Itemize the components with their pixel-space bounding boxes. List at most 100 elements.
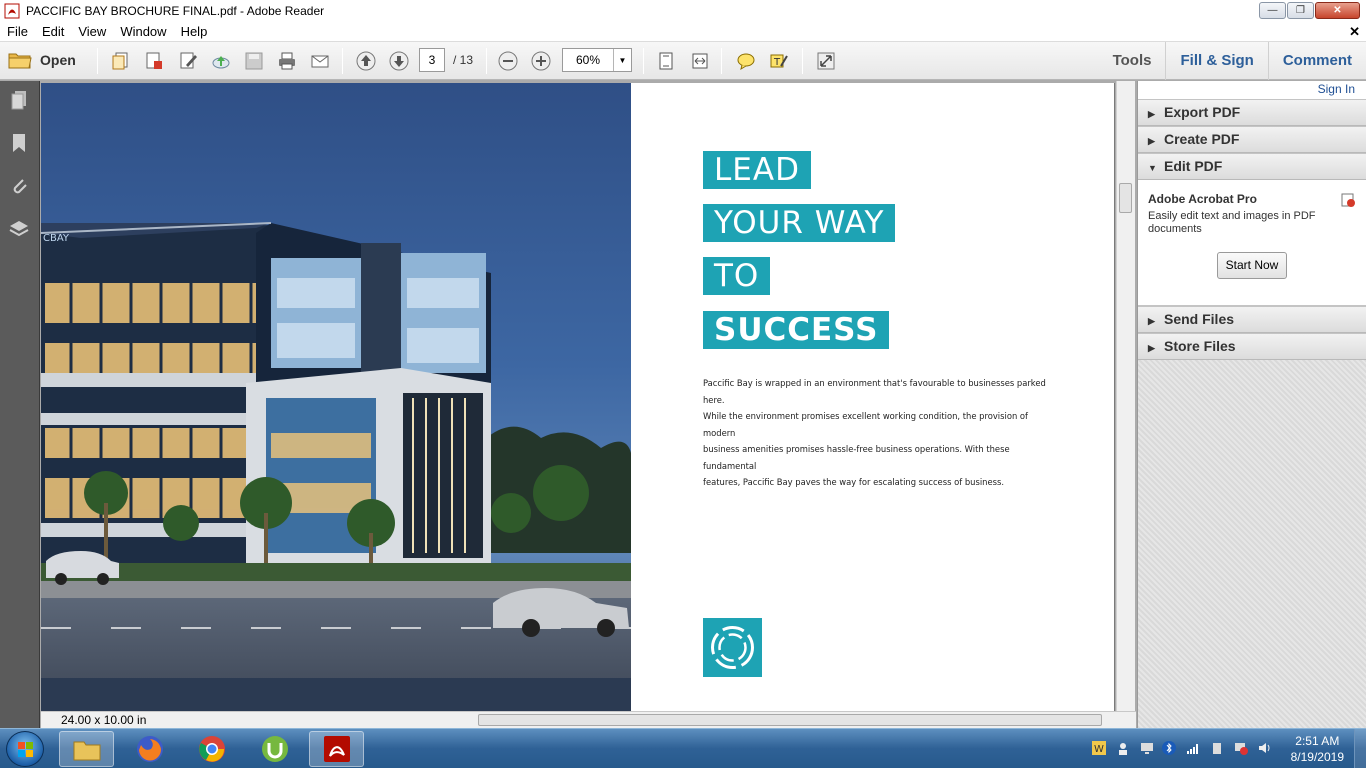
menu-window[interactable]: Window xyxy=(113,24,173,39)
signal-strength-icon[interactable] xyxy=(1186,741,1200,755)
open-button[interactable]: Open xyxy=(8,50,76,70)
close-document-button[interactable]: ✕ xyxy=(1349,24,1360,40)
chevron-right-icon: ▶ xyxy=(1148,343,1155,353)
full-screen-icon[interactable] xyxy=(814,50,838,72)
fit-width-icon[interactable] xyxy=(688,50,712,72)
building-sign: CBAY xyxy=(43,233,70,244)
chevron-right-icon: ▶ xyxy=(1148,109,1155,119)
print-icon[interactable] xyxy=(275,50,299,72)
body-line: While the environment promises excellent… xyxy=(703,411,1028,438)
section-store-files[interactable]: ▶ Store Files xyxy=(1138,333,1366,360)
attachments-icon[interactable] xyxy=(8,175,30,197)
edit-pdf-icon xyxy=(1341,193,1355,207)
sticky-note-icon[interactable] xyxy=(734,50,758,72)
building-photo: CBAY xyxy=(41,83,631,711)
acrobat-pro-description: Easily edit text and images in PDF docum… xyxy=(1148,210,1316,235)
windows-logo-icon xyxy=(18,742,33,757)
chevron-down-icon[interactable]: ▼ xyxy=(613,49,631,71)
start-now-button[interactable]: Start Now xyxy=(1217,252,1287,279)
highlight-text-icon[interactable]: T xyxy=(767,50,791,72)
vertical-scrollbar[interactable] xyxy=(1116,81,1135,711)
sign-in-link[interactable]: Sign In xyxy=(1138,81,1366,99)
taskbar-adobe-reader[interactable] xyxy=(309,731,364,767)
headline-line-3: TO xyxy=(703,257,771,295)
volume-icon[interactable] xyxy=(1258,741,1272,755)
section-send-files[interactable]: ▶ Send Files xyxy=(1138,306,1366,333)
horizontal-scrollbar[interactable] xyxy=(478,714,1102,726)
bluetooth-icon[interactable] xyxy=(1162,741,1176,755)
edit-document-icon[interactable] xyxy=(176,50,200,72)
navigation-pane xyxy=(0,81,40,728)
chevron-right-icon: ▶ xyxy=(1148,316,1155,326)
headline-line-4: SUCCESS xyxy=(703,311,890,349)
section-label: Edit PDF xyxy=(1164,158,1223,174)
section-edit-pdf[interactable]: ▼ Edit PDF xyxy=(1138,153,1366,180)
email-icon[interactable] xyxy=(308,50,332,72)
menu-file[interactable]: File xyxy=(0,24,35,39)
chevron-right-icon: ▶ xyxy=(1148,136,1155,146)
clock-time: 2:51 AM xyxy=(1295,734,1340,748)
system-tray: W 2:51 AM 8/19/2019 xyxy=(1076,729,1366,768)
vertical-scroll-thumb[interactable] xyxy=(1119,183,1132,213)
menu-bar: File Edit View Window Help ✕ xyxy=(0,22,1366,42)
body-line: business amenities promises hassle-free … xyxy=(703,444,1010,471)
chrome-icon xyxy=(198,736,225,762)
zoom-out-icon[interactable] xyxy=(496,50,520,72)
section-export-pdf[interactable]: ▶ Export PDF xyxy=(1138,99,1366,126)
show-desktop-button[interactable] xyxy=(1354,729,1366,768)
page-size-label: 24.00 x 10.00 in xyxy=(61,713,147,727)
next-page-icon[interactable] xyxy=(387,50,411,72)
section-label: Create PDF xyxy=(1164,131,1240,147)
window-title: PACCIFIC BAY BROCHURE FINAL.pdf - Adobe … xyxy=(26,4,325,18)
export-pdf-icon[interactable] xyxy=(142,50,166,72)
upload-cloud-icon[interactable] xyxy=(209,50,233,72)
folder-icon xyxy=(8,53,32,69)
layers-icon[interactable] xyxy=(8,218,30,240)
device-icon[interactable] xyxy=(1210,741,1224,755)
right-panel-tabs: Tools Fill & Sign Comment xyxy=(1099,42,1366,80)
taskbar-file-explorer[interactable] xyxy=(59,731,114,767)
start-button[interactable] xyxy=(6,731,44,767)
page-thumbnails-icon[interactable] xyxy=(8,89,30,111)
network-warning-icon[interactable] xyxy=(1234,741,1248,755)
tab-tools[interactable]: Tools xyxy=(1099,42,1166,80)
close-window-button[interactable]: ✕ xyxy=(1315,2,1360,19)
fit-page-icon[interactable] xyxy=(654,50,678,72)
save-icon[interactable] xyxy=(242,50,266,72)
section-create-pdf[interactable]: ▶ Create PDF xyxy=(1138,126,1366,153)
taskbar-chrome[interactable] xyxy=(184,731,239,767)
document-viewport[interactable]: CBAY LEAD YOUR WAY TO SUCCESS Paccific B… xyxy=(41,81,1136,711)
minimize-button[interactable]: — xyxy=(1259,2,1286,19)
clock-date: 8/19/2019 xyxy=(1290,750,1344,764)
previous-page-icon[interactable] xyxy=(354,50,378,72)
tools-task-pane: Sign In ▶ Export PDF ▶ Create PDF ▼ Edit PD… xyxy=(1137,81,1366,728)
word-icon[interactable]: W xyxy=(1092,741,1106,755)
chevron-down-icon: ▼ xyxy=(1148,163,1157,173)
adobe-reader-app-icon xyxy=(4,3,20,19)
zoom-in-icon[interactable] xyxy=(529,50,553,72)
firefox-icon xyxy=(136,736,163,762)
tab-comment[interactable]: Comment xyxy=(1267,42,1366,80)
create-pdf-icon[interactable] xyxy=(109,50,133,72)
user-network-icon[interactable] xyxy=(1116,741,1130,755)
brochure-text-page: LEAD YOUR WAY TO SUCCESS Paccific Bay is… xyxy=(631,83,1115,711)
tab-fill-sign[interactable]: Fill & Sign xyxy=(1165,42,1267,80)
status-bar: 24.00 x 10.00 in xyxy=(41,711,1136,728)
body-line: Paccific Bay is wrapped in an environmen… xyxy=(703,378,1046,405)
paccific-bay-logo xyxy=(703,618,762,677)
body-line: features, Paccific Bay paves the way for… xyxy=(703,477,1005,487)
menu-help[interactable]: Help xyxy=(174,24,215,39)
maximize-button[interactable]: ❐ xyxy=(1287,2,1314,19)
section-label: Export PDF xyxy=(1164,104,1241,120)
section-label: Store Files xyxy=(1164,338,1236,354)
zoom-select[interactable]: 60% ▼ xyxy=(562,48,632,72)
taskbar-utorrent[interactable] xyxy=(247,731,302,767)
menu-edit[interactable]: Edit xyxy=(35,24,71,39)
bookmarks-icon[interactable] xyxy=(8,132,30,154)
page-number-input[interactable]: 3 xyxy=(419,48,445,72)
taskbar-firefox[interactable] xyxy=(122,731,177,767)
menu-view[interactable]: View xyxy=(71,24,113,39)
section-label: Send Files xyxy=(1164,311,1235,327)
monitor-icon[interactable] xyxy=(1140,741,1154,755)
taskbar-clock[interactable]: 2:51 AM 8/19/2019 xyxy=(1291,733,1344,765)
